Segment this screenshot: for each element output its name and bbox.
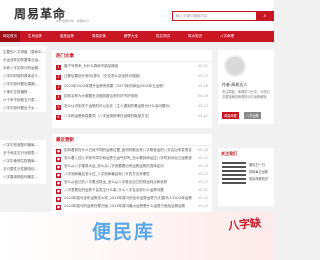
- nav-item-horoscope[interactable]: 星座运势: [60, 31, 74, 42]
- article-link[interactable]: 2024年属马的运势在哪方面_2024年属马最大运势是什么运势方面及运势运势: [64, 204, 192, 209]
- left-list-card: 主要的八字排盘（易命中... 大运流年如何看事业运... 天命八字如何分析运程.…: [0, 46, 46, 112]
- list-item[interactable]: 主要的八字排盘（易命中...: [3, 50, 45, 55]
- article-link[interactable]: 如何看到在什么已经不同的运势位置_如何判断出来八字刚谁运的八字吉凶来发现合财运: [64, 148, 192, 153]
- left-list-card-2: 八字中伤官配印格局... 天干地支五行对照表... 八字中食神生财格局... 五…: [0, 140, 46, 184]
- article-date: 05-22: [197, 180, 208, 184]
- rank-badge: 5: [56, 105, 61, 110]
- article-link[interactable]: 怎么从八字推算大运_怎么从八字查看看出有运势运势的选择走向: [64, 164, 192, 169]
- list-item[interactable]: 六十甲子纳音五行表...: [3, 98, 38, 103]
- follow-title: 关注我们: [221, 151, 237, 156]
- site-slogan: 中华周易文化 · 命理学习: [56, 19, 89, 23]
- author-name: 作者·周易达人: [222, 82, 248, 87]
- avatar[interactable]: [224, 55, 246, 77]
- rank-badge: 3: [56, 85, 61, 90]
- bullet-icon: ●: [56, 181, 61, 186]
- author-desc: 专注周易、命理学习分享，为您分享更准确的命理知识与运势解读: [222, 90, 270, 99]
- list-item[interactable]: 八字中伤官配印格局...: [3, 143, 38, 148]
- bullet-icon: ●: [56, 197, 61, 202]
- list-item[interactable]: 4 如何名称为大难题无法做到被否来的好不好测测 05-16: [52, 93, 212, 102]
- divider: [52, 61, 212, 62]
- follow-text: 周易命理知识: [249, 177, 269, 181]
- latest-updates-title: 最近更新: [56, 138, 74, 143]
- rank-badge: 4: [56, 95, 61, 100]
- latest-updates-card: 最近更新 ● 如何看到在什么已经不同的运势位置_如何判断出来八字刚谁运的八字吉凶…: [52, 134, 212, 212]
- nav-item-dream[interactable]: 解梦大全: [124, 31, 138, 42]
- nav-item-zodiac[interactable]: 生肖运势: [28, 31, 42, 42]
- nav-item-fengshui[interactable]: 风水知识: [188, 31, 202, 42]
- hot-articles-title: 热门文章: [56, 54, 74, 59]
- article-link[interactable]: 八字称运是命真要领（八字适用财神在运势的取用方法）: [64, 114, 192, 119]
- article-date: 05-12: [197, 114, 208, 118]
- nav-item-home[interactable]: 网站首页: [0, 31, 20, 42]
- article-link[interactable]: 婚宁号再来_为什么算命不能加微信: [64, 64, 192, 69]
- author-card: 作者·周易达人 专注周易、命理学习分享，为您分享更准确的命理知识与运势解读 周易…: [218, 50, 274, 124]
- article-date: 05-26: [197, 148, 208, 152]
- list-item[interactable]: 6 八字称运是命真要领（八字适用财神在运势的取用方法） 05-12: [52, 113, 212, 122]
- article-link[interactable]: 怎么从自己的八字看出财运_怎么从八字推出自己的财运特点和收获: [64, 180, 192, 185]
- article-link[interactable]: 2023年2024年提升运势有效果（1973年的命运2024年五运势）: [64, 84, 192, 89]
- bullet-icon: ●: [56, 173, 61, 178]
- list-item[interactable]: 八字喜用神如何确定...: [3, 175, 38, 180]
- list-item[interactable]: 八字中如何看出婚姻...: [3, 82, 38, 87]
- follow-text: 获取每日运势: [249, 170, 269, 174]
- list-item[interactable]: 1 婚宁号再来_为什么算命不能加微信 05-21: [52, 63, 212, 72]
- bullet-icon: ●: [56, 149, 61, 154]
- article-date: 05-23: [197, 172, 208, 176]
- article-link[interactable]: 怎么看八四八字到不同平和运势五运气好吗_怎么看到命运过八字时到对自己运势或命的事: [64, 156, 192, 161]
- divider: [52, 145, 212, 146]
- list-item[interactable]: 3 2023年2024年提升运势有效果（1973年的命运2024年五运势） 05…: [52, 83, 212, 92]
- list-item[interactable]: 2 迁移后要回头来吗(提示（无论怎么总结吗可视频) 05-20: [52, 73, 212, 82]
- list-item[interactable]: 五行属性与性格特征...: [3, 167, 38, 172]
- bullet-icon: ●: [56, 165, 61, 170]
- main-nav: 网站首页 生肖运势 星座运势 周易卦象 解梦大全 姓名测试 风水知识 八字命理: [0, 31, 274, 42]
- header: 周易革命 中华周易文化 · 命理学习 输入关键词搜索内容 ⌕: [0, 0, 274, 30]
- list-item[interactable]: 天干地支五行对照表...: [3, 151, 38, 156]
- list-item[interactable]: 大运流年如何看事业运...: [3, 58, 41, 63]
- promo-text[interactable]: 八字缺: [227, 214, 261, 233]
- article-date: 05-21: [197, 188, 208, 192]
- list-item[interactable]: 5 怎么认识到关于运势的可以出在（主人遇到的看运势为什么会问题为） 05-14: [52, 103, 212, 112]
- article-link[interactable]: 怎么认识到关于运势的可以出在（主人遇到的看运势为什么会问题为）: [64, 104, 192, 109]
- article-date: 05-20: [197, 74, 208, 78]
- article-date: 05-25: [197, 156, 208, 160]
- qr-code-icon: [222, 160, 246, 184]
- bullet-icon: ●: [56, 189, 61, 194]
- article-date: 05-19: [197, 204, 208, 208]
- rank-badge: 1: [56, 65, 61, 70]
- article-link[interactable]: 迁移后要回头来吗(提示（无论怎么总结吗可视频): [64, 74, 192, 79]
- article-date: 05-20: [197, 196, 208, 200]
- list-item[interactable]: 八字中如何看出子女...: [3, 106, 38, 111]
- follow-card: 关注我们 微信扫一扫 获取每日运势 周易命理知识: [218, 148, 274, 206]
- list-item[interactable]: 八字中财库的具体含义...: [3, 74, 41, 79]
- article-date: 05-21: [197, 64, 208, 68]
- search-icon: ⌕: [263, 13, 267, 19]
- list-item[interactable]: 十神中正财偏财...: [3, 90, 31, 95]
- banner-watermark: 便民库: [92, 221, 156, 243]
- bullet-icon: ●: [56, 157, 61, 162]
- article-link[interactable]: 如何名称为大难题无法做到被否来的好不好测测: [64, 94, 192, 99]
- rank-badge: 6: [56, 115, 61, 120]
- article-date: 05-16: [197, 94, 208, 98]
- nav-item-hexagram[interactable]: 周易卦象: [92, 31, 106, 42]
- article-link[interactable]: 2024年属马全年运势怎么样_2024年属马的全年运势运势方法(属马人2024年…: [64, 196, 192, 201]
- author-tag[interactable]: 八字运势: [244, 112, 261, 119]
- hot-articles-card: 热门文章 1 婚宁号再来_为什么算命不能加微信 05-21 2 迁移后要回头来吗…: [52, 50, 212, 128]
- list-item[interactable]: 天命八字如何分析运程...: [3, 66, 41, 71]
- rank-badge: 2: [56, 75, 61, 80]
- follow-text: 微信扫一扫: [249, 163, 265, 167]
- list-item[interactable]: ● 2024年属马的运势在哪方面_2024年属马最大运势是什么运势方面及运势运势…: [52, 203, 212, 212]
- article-date: 05-14: [197, 104, 208, 108]
- search-button[interactable]: ⌕: [256, 11, 274, 21]
- nav-item-name-test[interactable]: 姓名测试: [156, 31, 170, 42]
- nav-item-bazi[interactable]: 八字命理: [220, 31, 234, 42]
- article-link[interactable]: 八字测命最后怎么在_八字测命最后测八字的方法有哪些: [64, 172, 192, 177]
- article-link[interactable]: 八字里看出的运势下会发生什么事_什么八字会出现什么运势问题: [64, 188, 192, 193]
- search-input[interactable]: 输入关键词搜索内容: [172, 11, 258, 21]
- list-item[interactable]: 八字中食神生财格局...: [3, 159, 38, 164]
- article-date: 05-18: [197, 84, 208, 88]
- bullet-icon: ●: [56, 205, 61, 210]
- article-date: 05-24: [197, 164, 208, 168]
- author-tag[interactable]: 周易命理: [222, 112, 239, 119]
